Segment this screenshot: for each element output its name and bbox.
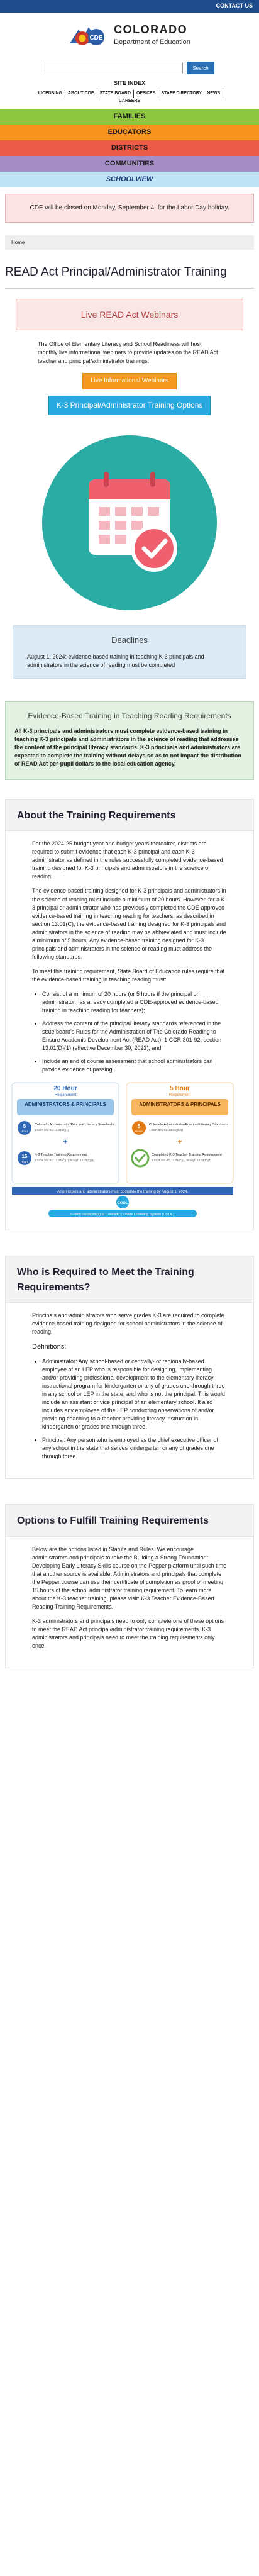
left-item2-unit: Hours	[21, 1160, 29, 1163]
training-options-button[interactable]: K-3 Principal/Administrator Training Opt…	[48, 396, 211, 416]
right-requirement-label: Requirement	[169, 1093, 191, 1097]
menu-item-families[interactable]: FAMILIES	[0, 109, 259, 125]
breadcrumb: Home	[5, 235, 254, 250]
ebt-requirements-box: Evidence-Based Training in Teaching Read…	[5, 701, 254, 781]
closure-alert: CDE will be closed on Monday, September …	[5, 194, 254, 223]
link-licensing[interactable]: LICENSING	[36, 90, 65, 98]
brand-wordmark: COLORADO Department of Education	[114, 21, 190, 48]
brand-line-2: Department of Education	[114, 38, 190, 47]
definition-principal: Principal: Any person who is employed as…	[42, 1436, 227, 1461]
requirement-assessment: Include an end of course assessment that…	[42, 1057, 227, 1074]
who-body: Principals and administrators who serve …	[6, 1302, 253, 1479]
cool-label: COOL	[117, 1202, 128, 1205]
left-item1-unit: Hours	[21, 1130, 29, 1133]
definitions-heading: Definitions:	[32, 1342, 67, 1351]
main-menu: FAMILIES EDUCATORS DISTRICTS COMMUNITIES…	[0, 109, 259, 188]
right-item2-ref: 1 CCR 301-92, 13.03(C)(1) through 13.03(…	[152, 1159, 212, 1162]
left-item2-ref: 1 CCR 301-92, 13.03(C)(1) through 13.03(…	[35, 1159, 95, 1162]
right-item1-text: Colorado Administrator/Principal Literac…	[149, 1123, 228, 1127]
menu-item-districts[interactable]: DISTRICTS	[0, 140, 259, 157]
site-header[interactable]: CDE COLORADO Department of Education	[0, 13, 259, 54]
options-heading: Options to Fulfill Training Requirements	[6, 1505, 253, 1537]
definition-administrator: Administrator: Any school-based or centr…	[42, 1358, 227, 1431]
left-item1-text: Colorado Administrator/Principal Literac…	[35, 1123, 114, 1127]
page-title: READ Act Principal/Administrator Trainin…	[5, 265, 227, 279]
live-webinars-button[interactable]: Live Informational Webinars	[82, 372, 177, 390]
menu-item-communities[interactable]: COMMUNITIES	[0, 156, 259, 172]
menu-item-schoolview[interactable]: SCHOOLVIEW	[0, 172, 259, 188]
schoolview-label: SCHOOLVIEW	[106, 175, 153, 183]
about-requirements-list: Consist of a minimum of 20 hours (or 5 h…	[42, 990, 227, 1074]
deadlines-text: August 1, 2024: evidence-based training …	[27, 654, 204, 669]
left-item1-ref: 1 CCR 301-92, 13.03(D)(1)	[35, 1129, 69, 1132]
requirements-infographic-graphic: 20 Hour Requirement ADMINISTRATORS & PRI…	[11, 1082, 234, 1218]
about-paragraph-1: For the 2024-25 budget year and budget y…	[32, 840, 223, 880]
ebt-text: All K-3 principals and administrators mu…	[14, 727, 242, 767]
brand-line-1: COLORADO	[114, 23, 188, 36]
site-index-link-wrap: SITE INDEX	[0, 79, 259, 87]
site-index-link[interactable]: SITE INDEX	[114, 80, 145, 86]
right-item2-text: Completed K-3 Teacher Training Requireme…	[152, 1153, 222, 1157]
link-state-board[interactable]: STATE BOARD	[97, 90, 135, 98]
title-divider	[5, 288, 254, 289]
colorado-mountains-icon: CDE	[70, 27, 105, 46]
link-careers[interactable]: CAREERS	[116, 98, 143, 105]
options-paragraph-2: K-3 administrators and principals need t…	[32, 1617, 224, 1649]
top-bar: CONTACT US	[0, 0, 259, 13]
breadcrumb-home-link[interactable]: Home	[11, 240, 25, 245]
submit-certificate-text: Submit certificate(s) to Colorado's Onli…	[70, 1213, 175, 1217]
utility-links: LICENSING ABOUT CDE STATE BOARD OFFICES …	[0, 90, 259, 105]
left-requirement-label: Requirement	[55, 1093, 77, 1097]
search-bar: Search	[0, 62, 259, 75]
deadlines-box: Deadlines August 1, 2024: evidence-based…	[13, 625, 246, 679]
right-hour-label: 5 Hour	[170, 1085, 190, 1092]
who-heading: Who is Required to Meet the Training Req…	[6, 1256, 253, 1303]
right-title-text: ADMINISTRATORS & PRINCIPALS	[139, 1101, 221, 1107]
link-staff-directory[interactable]: STAFF DIRECTORY	[158, 90, 204, 98]
training-options-button-row: K-3 Principal/Administrator Training Opt…	[0, 396, 259, 416]
right-item1-hours: 5	[138, 1124, 141, 1129]
ebt-heading: Evidence-Based Training in Teaching Read…	[28, 711, 231, 721]
about-body: For the 2024-25 budget year and budget y…	[6, 831, 253, 1230]
left-item1-hours: 5	[23, 1124, 26, 1129]
definitions-list: Administrator: Any school-based or centr…	[42, 1358, 227, 1461]
right-item1-unit: Hours	[135, 1130, 143, 1133]
training-requirements-infographic: 20 Hour Requirement ADMINISTRATORS & PRI…	[11, 1081, 248, 1218]
options-body: Below are the options listed in Statute …	[6, 1536, 253, 1668]
requirement-standards: Address the content of the principal lit…	[42, 1020, 227, 1052]
about-section: About the Training Requirements For the …	[5, 799, 254, 1231]
webinar-heading-box: Live READ Act Webinars	[16, 299, 243, 331]
svg-text:+: +	[177, 1137, 182, 1146]
menu-item-educators[interactable]: EDUCATORS	[0, 125, 259, 141]
left-title-text: ADMINISTRATORS & PRINCIPALS	[25, 1101, 106, 1107]
left-item2-text: K-3 Teacher Training Requirement	[35, 1153, 87, 1157]
calendar-illustration	[42, 435, 217, 611]
contact-us-link[interactable]: CONTACT US	[216, 2, 253, 10]
webinar-button-row: Live Informational Webinars	[0, 372, 259, 390]
requirement-hours: Consist of a minimum of 20 hours (or 5 h…	[42, 990, 227, 1015]
deadline-banner: All principals and administrators must c…	[57, 1190, 188, 1194]
who-paragraph: Principals and administrators who serve …	[32, 1312, 224, 1335]
right-item1-ref: 1 CCR 301-92, 13.03(D)(1)	[149, 1129, 184, 1132]
about-paragraph-2: The evidence-based training designed for…	[32, 888, 227, 960]
who-section: Who is Required to Meet the Training Req…	[5, 1256, 254, 1480]
search-input[interactable]	[45, 62, 183, 75]
search-button[interactable]: Search	[187, 62, 214, 75]
calendar-check-icon	[89, 472, 177, 572]
cde-logo[interactable]: CDE	[69, 22, 109, 47]
svg-text:+: +	[63, 1137, 67, 1146]
options-section: Options to Fulfill Training Requirements…	[5, 1504, 254, 1669]
left-hour-label: 20 Hour	[53, 1085, 77, 1092]
about-paragraph-3: To meet this training requirement, State…	[32, 967, 225, 983]
link-offices[interactable]: OFFICES	[134, 90, 159, 98]
link-about-cde[interactable]: ABOUT CDE	[65, 90, 97, 98]
left-item2-hours: 15	[22, 1154, 28, 1159]
options-paragraph-1: Below are the options listed in Statute …	[32, 1546, 227, 1610]
link-news[interactable]: NEWS	[204, 90, 224, 98]
logo-text: CDE	[90, 35, 103, 42]
about-heading: About the Training Requirements	[6, 800, 253, 832]
deadlines-heading: Deadlines	[111, 635, 148, 645]
webinar-intro: The Office of Elementary Literacy and Sc…	[38, 341, 218, 364]
